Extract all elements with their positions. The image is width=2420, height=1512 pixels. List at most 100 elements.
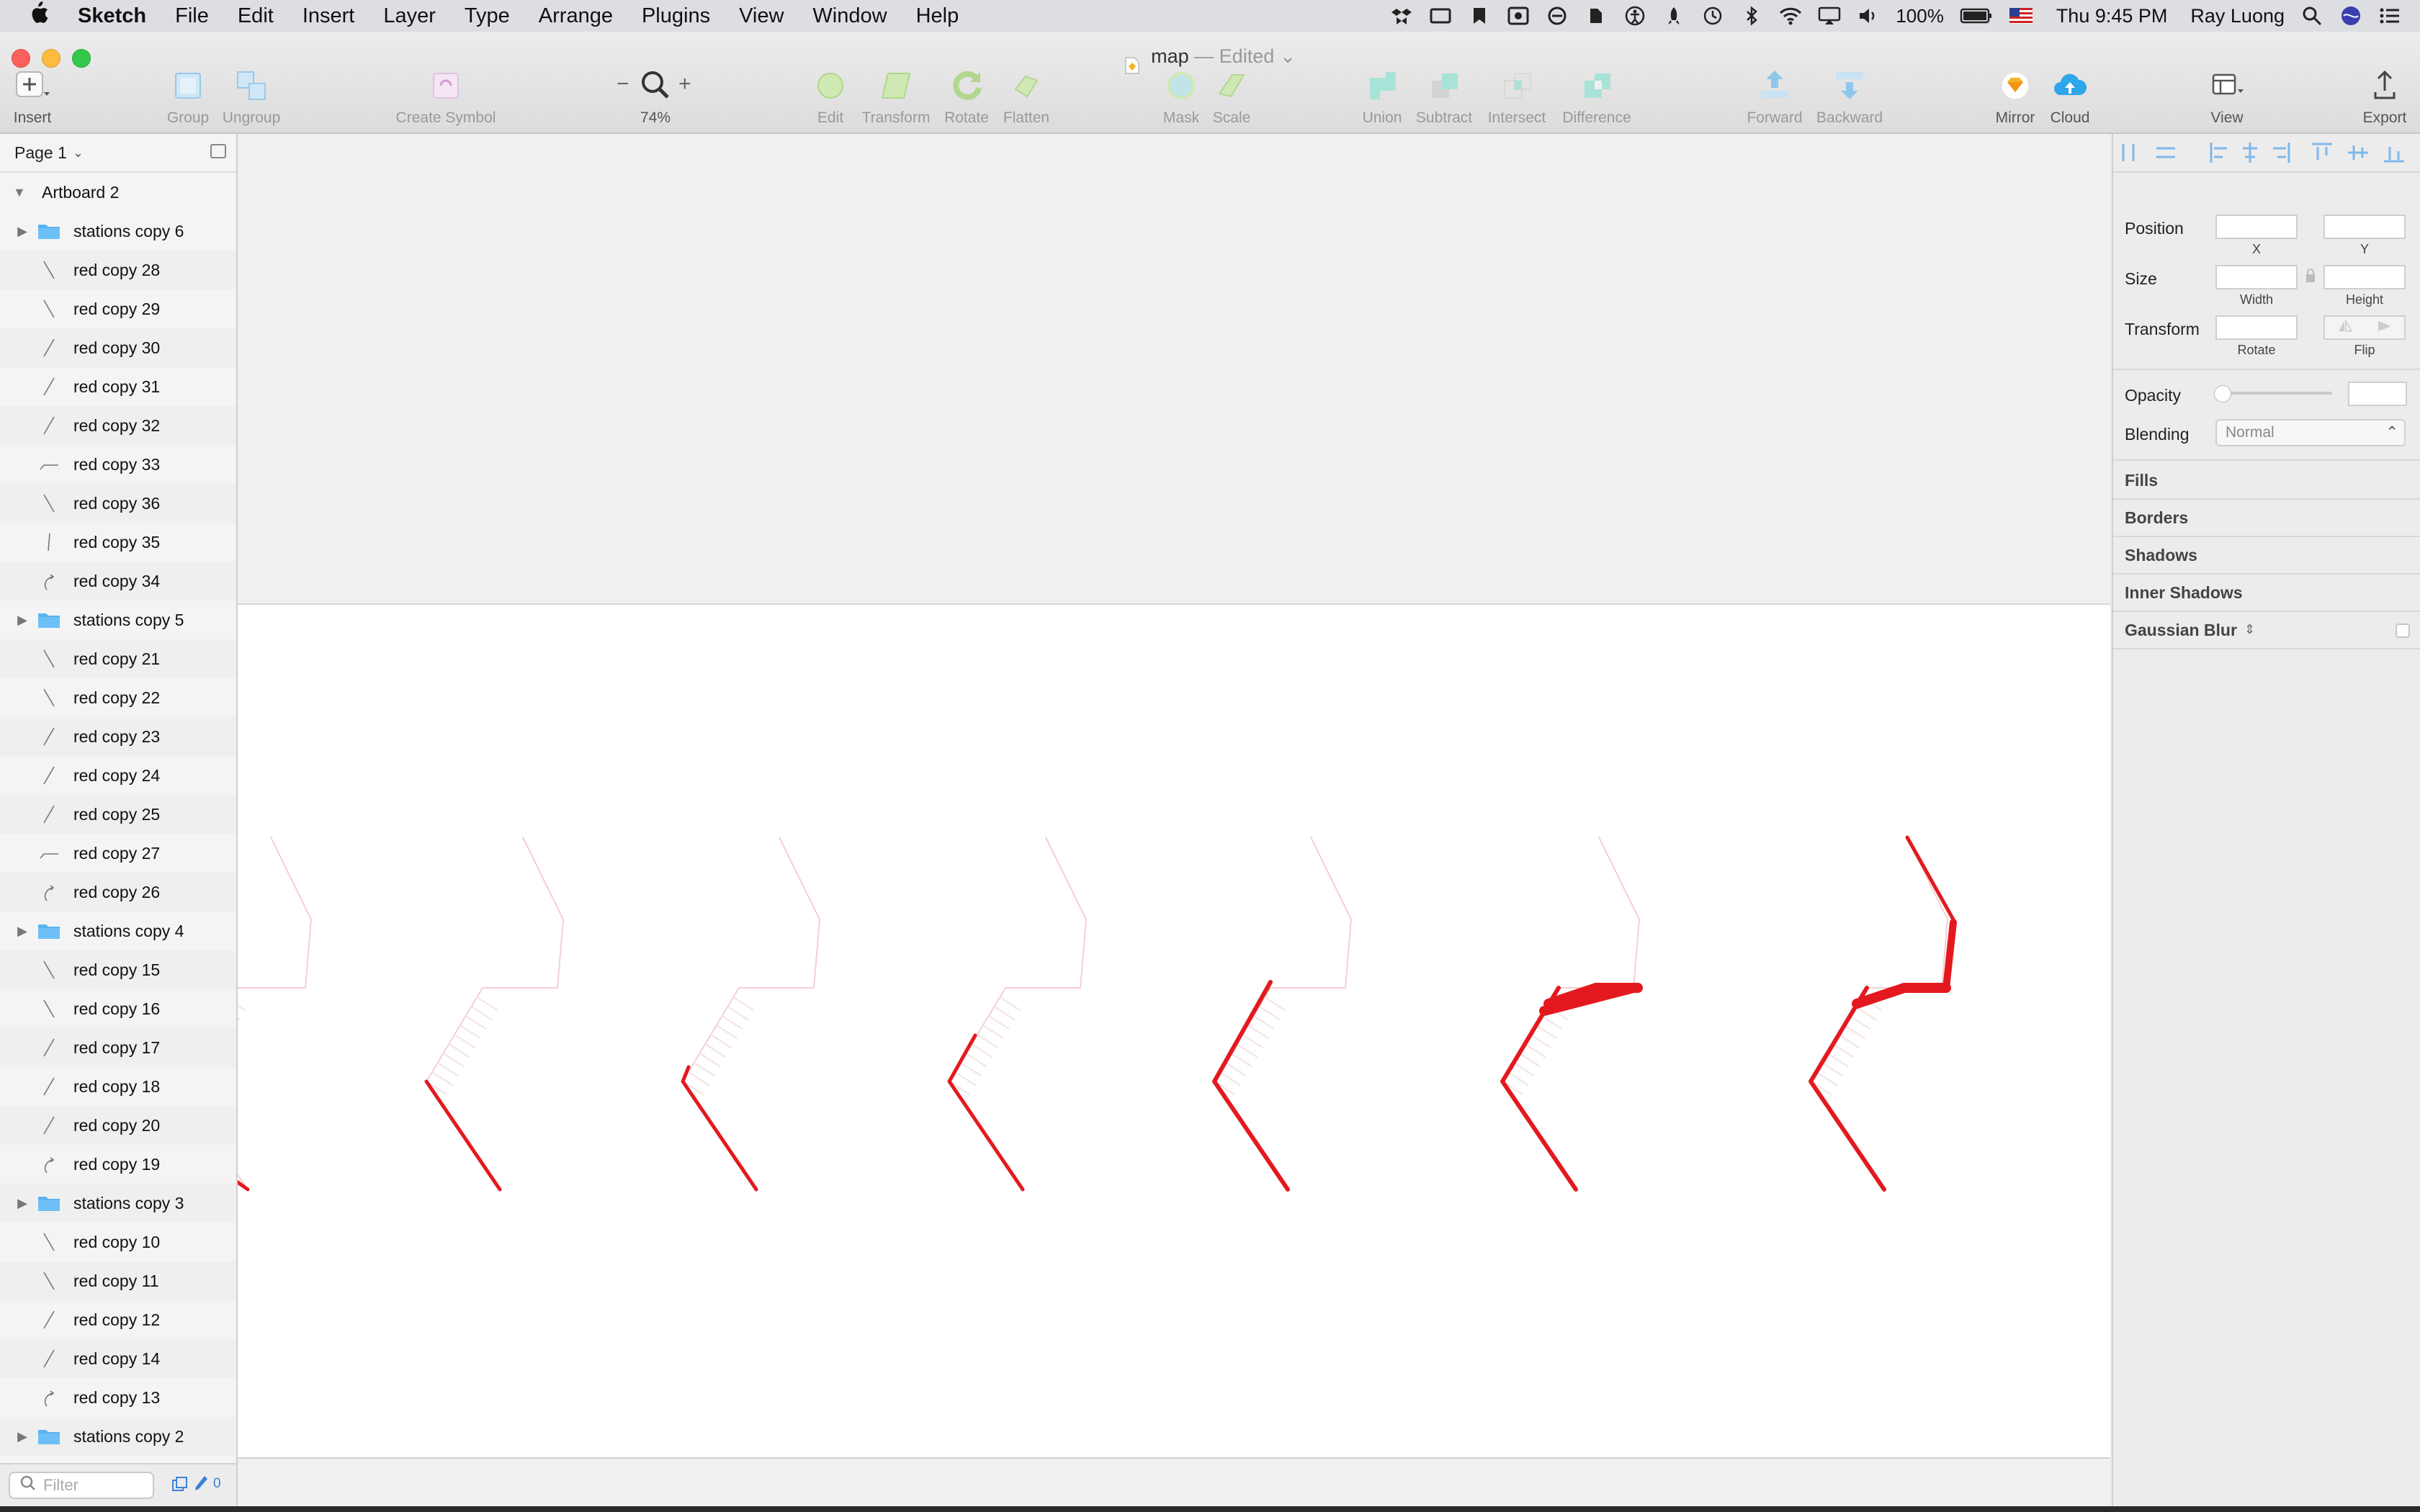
clock[interactable]: Thu 9:45 PM — [2056, 5, 2168, 27]
flip-vertical-icon[interactable] — [2377, 320, 2393, 336]
layer-row[interactable]: red copy 14 — [0, 1339, 236, 1378]
flatten-button[interactable]: Flatten — [1000, 68, 1053, 127]
station-tick[interactable] — [1849, 1015, 1871, 1030]
opacity-slider[interactable] — [2214, 385, 2332, 402]
menu-type[interactable]: Type — [465, 4, 510, 28]
apple-menu-icon[interactable] — [27, 1, 53, 31]
menu-plugins[interactable]: Plugins — [642, 4, 710, 28]
station-tick[interactable] — [1219, 1071, 1241, 1086]
align-right-icon[interactable] — [2273, 143, 2290, 163]
station-tick[interactable] — [476, 996, 498, 1011]
faded-route-line[interactable] — [174, 837, 312, 1190]
layer-row[interactable]: red copy 11 — [0, 1261, 236, 1300]
red-route-segment[interactable] — [424, 1079, 502, 1192]
screenshot-icon[interactable] — [1507, 5, 1530, 27]
blur-type-arrows-icon[interactable]: ⇕ — [2244, 622, 2255, 637]
forward-button[interactable]: Forward — [1744, 68, 1805, 127]
scale-button[interactable]: Scale — [1210, 68, 1253, 127]
station-tick[interactable] — [224, 996, 246, 1011]
layer-row[interactable]: red copy 23 — [0, 717, 236, 756]
spotlight-icon[interactable] — [2300, 5, 2323, 27]
layer-row[interactable]: red copy 12 — [0, 1300, 236, 1339]
station-tick[interactable] — [1815, 1071, 1837, 1086]
align-top-icon[interactable] — [2312, 143, 2332, 160]
station-tick[interactable] — [1242, 1034, 1263, 1048]
edit-pen-icon[interactable] — [193, 1475, 209, 1497]
layer-row[interactable]: red copy 17 — [0, 1028, 236, 1067]
menu-help[interactable]: Help — [916, 4, 959, 28]
layer-row[interactable]: red copy 25 — [0, 795, 236, 834]
red-route-segment[interactable] — [947, 1033, 1025, 1192]
station-tick[interactable] — [971, 1043, 993, 1058]
station-tick[interactable] — [1224, 1062, 1247, 1076]
station-tick[interactable] — [704, 1043, 727, 1058]
distribute-horizontal-icon[interactable] — [2122, 144, 2135, 161]
disclosure-collapsed-icon[interactable]: ▶ — [0, 613, 35, 628]
station-tick[interactable] — [1843, 1025, 1865, 1039]
layer-row[interactable]: red copy 28 — [0, 251, 236, 289]
faded-route-line[interactable] — [1810, 837, 1948, 1190]
station-tick[interactable] — [987, 1015, 1010, 1030]
rotate-field[interactable] — [2215, 315, 2298, 340]
menu-window[interactable]: Window — [812, 4, 887, 28]
borders-section[interactable]: Borders — [2125, 508, 2188, 528]
station-tick[interactable] — [1230, 1053, 1252, 1067]
disclosure-collapsed-icon[interactable]: ▶ — [0, 1196, 35, 1211]
layer-row[interactable]: red copy 18 — [0, 1067, 236, 1106]
station-tick[interactable] — [442, 1053, 465, 1067]
rotate-button[interactable]: Rotate — [939, 68, 994, 127]
ungroup-button[interactable]: Ungroup — [220, 68, 282, 127]
layer-row[interactable]: red copy 22 — [0, 678, 236, 717]
menu-insert[interactable]: Insert — [302, 4, 355, 28]
station-tick[interactable] — [436, 1062, 459, 1076]
cloud-button[interactable]: Cloud — [2047, 68, 2093, 127]
gaussian-blur-checkbox[interactable] — [2396, 624, 2410, 638]
layer-group-row[interactable]: ▶ stations copy 3 — [0, 1184, 236, 1223]
layer-row[interactable]: red copy 20 — [0, 1106, 236, 1145]
station-tick[interactable] — [954, 1071, 976, 1086]
station-tick[interactable] — [1535, 1025, 1557, 1039]
union-button[interactable]: Union — [1358, 68, 1406, 127]
layer-row[interactable]: red copy 29 — [0, 289, 236, 328]
faded-route-line[interactable] — [426, 837, 564, 1190]
position-x-field[interactable] — [2215, 215, 2298, 239]
station-tick[interactable] — [1507, 1071, 1529, 1086]
insert-button[interactable]: Insert — [10, 68, 55, 127]
zoom-in-button[interactable]: + — [678, 72, 691, 96]
zoom-out-button[interactable]: − — [617, 72, 629, 96]
station-tick[interactable] — [993, 1006, 1016, 1020]
disclosure-collapsed-icon[interactable]: ▶ — [0, 224, 35, 239]
station-tick[interactable] — [1252, 1015, 1275, 1030]
layer-row[interactable]: red copy 21 — [0, 639, 236, 678]
subtract-button[interactable]: Subtract — [1412, 68, 1476, 127]
accessibility-icon[interactable] — [1623, 5, 1646, 27]
station-tick[interactable] — [1258, 1006, 1281, 1020]
mask-button[interactable]: Mask — [1161, 68, 1201, 127]
layer-row[interactable]: red copy 32 — [0, 406, 236, 445]
disclosure-collapsed-icon[interactable]: ▶ — [0, 1429, 35, 1444]
menu-edit[interactable]: Edit — [238, 4, 274, 28]
inner-shadows-section[interactable]: Inner Shadows — [2125, 583, 2243, 603]
station-tick[interactable] — [1512, 1062, 1535, 1076]
disclosure-expanded-icon[interactable]: ▼ — [13, 185, 32, 200]
position-y-field[interactable] — [2323, 215, 2406, 239]
transform-button[interactable]: Transform — [859, 68, 933, 127]
siri-icon[interactable] — [2339, 5, 2362, 27]
station-tick[interactable] — [693, 1062, 715, 1076]
station-tick[interactable] — [218, 1006, 241, 1020]
station-tick[interactable] — [1530, 1034, 1551, 1048]
station-tick[interactable] — [732, 996, 755, 1011]
align-center-horizontal-icon[interactable] — [2243, 143, 2257, 163]
bluetooth-icon[interactable] — [1740, 5, 1763, 27]
layer-row[interactable]: red copy 30 — [0, 328, 236, 367]
layer-row[interactable]: red copy 34 — [0, 562, 236, 600]
align-middle-vertical-icon[interactable] — [2348, 145, 2368, 160]
disclosure-collapsed-icon[interactable]: ▶ — [0, 924, 35, 939]
faded-route-line[interactable] — [682, 837, 820, 1190]
dropbox-icon[interactable] — [1390, 5, 1413, 27]
red-route-segment[interactable] — [1212, 980, 1290, 1192]
time-machine-icon[interactable] — [1701, 5, 1724, 27]
battery-icon[interactable] — [1960, 5, 1993, 27]
red-route-segment-bold[interactable] — [1852, 983, 1951, 1009]
station-tick[interactable] — [1264, 996, 1286, 1011]
